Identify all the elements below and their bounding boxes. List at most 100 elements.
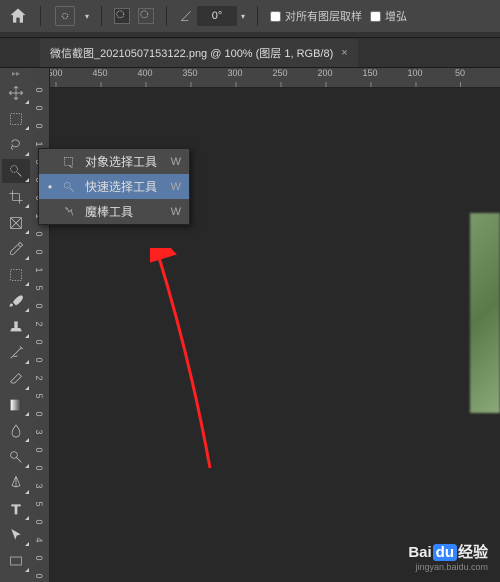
ruler-tick: 450 [92, 68, 107, 78]
angle-input[interactable] [197, 6, 237, 26]
flyout-item-label: 魔棒工具 [85, 203, 163, 220]
ruler-tick: 0 [34, 411, 44, 416]
ruler-tick: 350 [182, 68, 197, 78]
path-selection-tool[interactable] [2, 523, 30, 547]
selected-indicator: • [47, 180, 53, 194]
add-selection-icon[interactable] [114, 8, 130, 24]
ruler-tick: 0 [34, 231, 44, 236]
ruler-tick: 0 [34, 465, 44, 470]
angle-icon [179, 9, 193, 23]
flyout-item-shortcut: W [171, 156, 181, 168]
ruler-tick: 0 [34, 357, 44, 362]
ruler-tick: 0 [34, 87, 44, 92]
ruler-tick: 0 [34, 249, 44, 254]
ruler-tick: 500 [50, 68, 63, 78]
ruler-tick: 150 [362, 68, 377, 78]
brush-tool[interactable] [2, 289, 30, 313]
vertical-ruler: 0001500100150200250300350400 [32, 68, 50, 582]
sample-all-layers-checkbox[interactable]: 对所有图层取样 [270, 8, 362, 24]
document-tab[interactable]: 微信截图_20210507153122.png @ 100% (图层 1, RG… [40, 39, 358, 67]
ruler-tick: 1 [34, 267, 44, 272]
ruler-tick: 5 [34, 393, 44, 398]
flyout-item-label: 对象选择工具 [85, 153, 163, 170]
image-content [470, 213, 500, 413]
ruler-tick: 200 [317, 68, 332, 78]
brush-preview[interactable] [55, 6, 75, 26]
subtract-selection-icon[interactable] [138, 8, 154, 24]
ruler-tick: 300 [227, 68, 242, 78]
panel-grip-icon[interactable]: ▸▸ [0, 72, 32, 80]
healing-brush-tool[interactable] [2, 263, 30, 287]
ruler-tick: 3 [34, 429, 44, 434]
document-tab-bar: 微信截图_20210507153122.png @ 100% (图层 1, RG… [0, 38, 500, 68]
eyedropper-tool[interactable] [2, 237, 30, 261]
separator [257, 6, 258, 26]
tools-panel: ▸▸ [0, 68, 32, 582]
enhance-checkbox[interactable]: 增弘 [370, 8, 407, 24]
document-tab-title: 微信截图_20210507153122.png @ 100% (图层 1, RG… [50, 45, 333, 61]
flyout-item[interactable]: 魔棒工具 W [39, 199, 189, 224]
quick-selection-tool[interactable] [2, 159, 30, 183]
ruler-tick: 3 [34, 483, 44, 488]
crop-tool[interactable] [2, 185, 30, 209]
enhance-label: 增弘 [385, 8, 407, 24]
ruler-tick: 0 [34, 339, 44, 344]
ruler-tick: 250 [272, 68, 287, 78]
ruler-tick: 5 [34, 501, 44, 506]
clone-stamp-tool[interactable] [2, 315, 30, 339]
flyout-item-shortcut: W [171, 181, 181, 193]
rectangle-tool[interactable] [2, 549, 30, 573]
flyout-item[interactable]: • 快速选择工具 W [39, 174, 189, 199]
ruler-tick: 5 [34, 285, 44, 290]
ruler-tick: 100 [407, 68, 422, 78]
dodge-tool[interactable] [2, 445, 30, 469]
ruler-tick: 0 [34, 447, 44, 452]
flyout-item-shortcut: W [171, 206, 181, 218]
angle-dropdown-icon[interactable]: ▾ [241, 12, 245, 21]
ruler-tick: 0 [34, 519, 44, 524]
tool-icon [61, 179, 77, 195]
marquee-tool[interactable] [2, 107, 30, 131]
ruler-tick: 2 [34, 375, 44, 380]
ruler-tick: 0 [34, 105, 44, 110]
watermark-brand-mid: du [433, 544, 457, 561]
ruler-tick: 0 [34, 123, 44, 128]
tool-icon [61, 204, 77, 220]
separator [40, 6, 41, 26]
gradient-tool[interactable] [2, 393, 30, 417]
close-icon[interactable]: × [341, 47, 347, 59]
home-icon[interactable] [8, 6, 28, 26]
separator [101, 6, 102, 26]
ruler-tick: 0 [34, 303, 44, 308]
watermark-brand-left: Bai [408, 544, 431, 561]
ruler-tick: 50 [455, 68, 465, 78]
sample-all-layers-label: 对所有图层取样 [285, 8, 362, 24]
separator [166, 6, 167, 26]
flyout-item[interactable]: 对象选择工具 W [39, 149, 189, 174]
flyout-item-label: 快速选择工具 [85, 178, 163, 195]
pen-tool[interactable] [2, 471, 30, 495]
ruler-tick: 2 [34, 321, 44, 326]
eraser-tool[interactable] [2, 367, 30, 391]
ruler-tick: 0 [34, 573, 44, 578]
workspace: ▸▸ 0001500100150200250300350400 50045040… [0, 68, 500, 582]
ruler-tick: 1 [34, 141, 44, 146]
options-bar: ▾ ▾ 对所有图层取样 增弘 [0, 0, 500, 32]
move-tool[interactable] [2, 81, 30, 105]
watermark-url: jingyan.baidu.com [408, 562, 488, 572]
frame-tool[interactable] [2, 211, 30, 235]
tool-icon [61, 154, 77, 170]
lasso-tool[interactable] [2, 133, 30, 157]
ruler-tick: 0 [34, 555, 44, 560]
angle-control[interactable]: ▾ [179, 6, 245, 26]
ruler-tick: 4 [34, 537, 44, 542]
watermark-brand-right: 经验 [458, 544, 488, 561]
history-brush-tool[interactable] [2, 341, 30, 365]
tool-flyout-menu: 对象选择工具 W • 快速选择工具 W 魔棒工具 W [38, 148, 190, 225]
ruler-tick: 400 [137, 68, 152, 78]
blur-tool[interactable] [2, 419, 30, 443]
brush-dropdown-icon[interactable]: ▾ [85, 12, 89, 21]
horizontal-ruler: 500450400350300250200150100500 [50, 68, 500, 88]
type-tool[interactable] [2, 497, 30, 521]
watermark: Baidu经验 jingyan.baidu.com [408, 541, 488, 572]
